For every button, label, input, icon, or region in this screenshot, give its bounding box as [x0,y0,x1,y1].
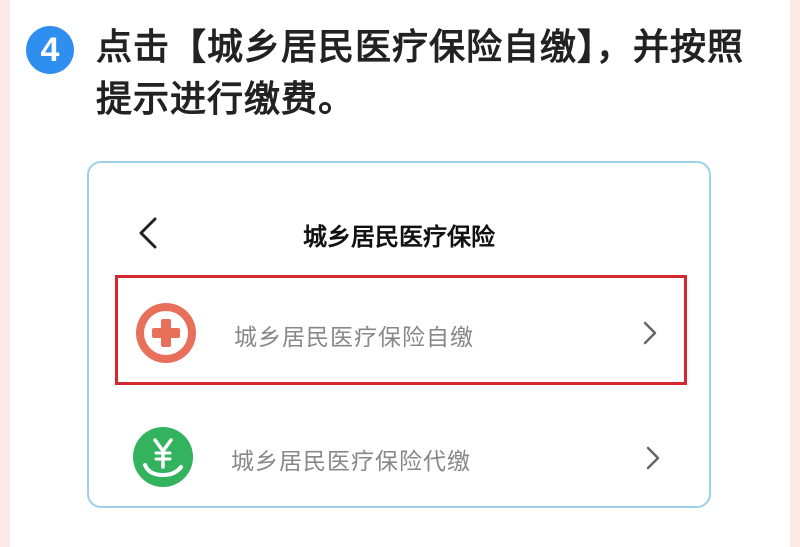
menu-item-label: 城乡居民医疗保险代缴 [231,449,471,475]
step-number: 4 [40,30,60,69]
menu-item-self-pay[interactable]: 城乡居民医疗保险自缴 [115,275,687,385]
chevron-right-icon [646,446,660,470]
medical-cross-icon [136,303,196,363]
page: 4 点击【城乡居民医疗保险自缴】，并按照提示进行缴费。 城乡居民医疗保险 城乡居… [10,0,790,547]
chevron-right-icon [643,321,657,345]
yuan-hand-icon [133,427,193,487]
menu-item-proxy-pay[interactable]: 城乡居民医疗保险代缴 [115,407,687,517]
step-instruction: 点击【城乡居民医疗保险自缴】，并按照提示进行缴费。 [96,27,745,120]
menu-item-label: 城乡居民医疗保险自缴 [234,325,474,351]
screen-title: 城乡居民医疗保险 [303,223,495,251]
phone-screenshot: 城乡居民医疗保险 城乡居民医疗保险自缴 城乡居民医疗保险代缴 [87,161,711,508]
step-number-badge: 4 [26,26,74,74]
